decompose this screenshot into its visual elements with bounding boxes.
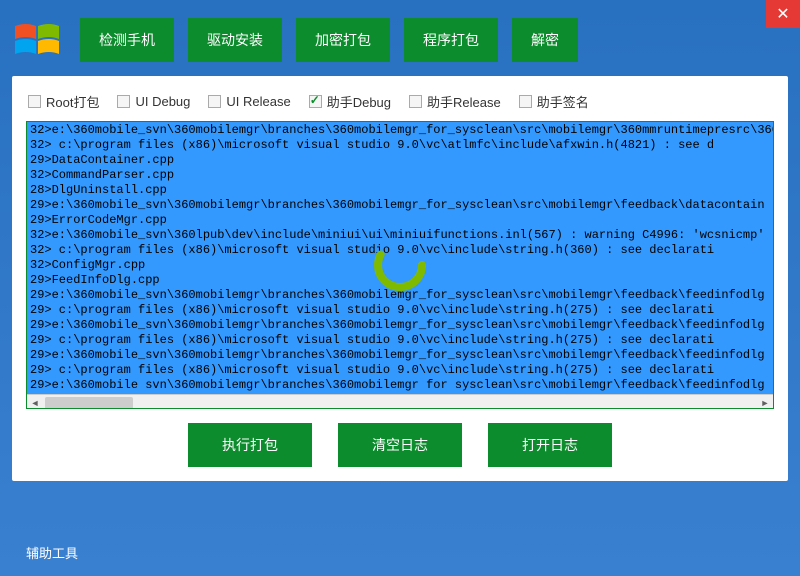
- log-line: 29> c:\program files (x86)\microsoft vis…: [30, 333, 770, 348]
- checkbox-icon: [519, 95, 532, 108]
- checkbox-icon: [208, 95, 221, 108]
- checkbox-label: 助手签名: [537, 92, 589, 111]
- options-row: Root打包 UI Debug UI Release 助手Debug 助手Rel…: [26, 86, 774, 121]
- encrypt-pack-button[interactable]: 加密打包: [296, 18, 390, 62]
- footer-label: 辅助工具: [26, 543, 78, 562]
- checkbox-label: 助手Debug: [327, 92, 391, 111]
- root-pack-checkbox[interactable]: Root打包: [28, 92, 99, 111]
- log-line: 32>CommandParser.cpp: [30, 168, 770, 183]
- checkbox-icon: [117, 95, 130, 108]
- ui-release-checkbox[interactable]: UI Release: [208, 94, 290, 109]
- scroll-right-arrow-icon[interactable]: ►: [757, 395, 773, 409]
- log-line: 28>DlgUninstall.cpp: [30, 183, 770, 198]
- decrypt-button[interactable]: 解密: [512, 18, 578, 62]
- windows-logo-icon: [14, 20, 60, 60]
- log-line: 29> c:\program files (x86)\microsoft vis…: [30, 303, 770, 318]
- log-line: 29>DataContainer.cpp: [30, 153, 770, 168]
- checkbox-icon: [28, 95, 41, 108]
- log-line: 29> c:\program files (x86)\microsoft vis…: [30, 363, 770, 378]
- helper-sign-checkbox[interactable]: 助手签名: [519, 92, 589, 111]
- checkbox-label: Root打包: [46, 92, 99, 111]
- checkbox-checked-icon: [309, 95, 322, 108]
- checkbox-label: UI Debug: [135, 94, 190, 109]
- checkbox-icon: [409, 95, 422, 108]
- detect-phone-button[interactable]: 检测手机: [80, 18, 174, 62]
- scroll-track[interactable]: [43, 395, 757, 409]
- log-output: 32>e:\360mobile_svn\360mobilemgr\branche…: [26, 121, 774, 409]
- loading-spinner-icon: [370, 235, 430, 295]
- scroll-thumb[interactable]: [45, 397, 133, 409]
- log-line: 29>ErrorCodeMgr.cpp: [30, 213, 770, 228]
- log-line: 29>e:\360mobile_svn\360mobilemgr\branche…: [30, 318, 770, 333]
- top-toolbar: 检测手机 驱动安装 加密打包 程序打包 解密: [0, 0, 800, 76]
- checkbox-label: UI Release: [226, 94, 290, 109]
- close-button[interactable]: ✕: [766, 0, 800, 28]
- log-line: 32> c:\program files (x86)\microsoft vis…: [30, 138, 770, 153]
- open-log-button[interactable]: 打开日志: [488, 423, 612, 467]
- program-pack-button[interactable]: 程序打包: [404, 18, 498, 62]
- log-line: 29>e:\360mobile svn\360mobilemgr\branche…: [30, 378, 770, 393]
- log-line: 32>e:\360mobile_svn\360mobilemgr\branche…: [30, 123, 770, 138]
- log-line: 29>e:\360mobile_svn\360mobilemgr\branche…: [30, 348, 770, 363]
- clear-log-button[interactable]: 清空日志: [338, 423, 462, 467]
- action-buttons: 执行打包 清空日志 打开日志: [26, 409, 774, 467]
- execute-pack-button[interactable]: 执行打包: [188, 423, 312, 467]
- ui-debug-checkbox[interactable]: UI Debug: [117, 94, 190, 109]
- helper-release-checkbox[interactable]: 助手Release: [409, 92, 501, 111]
- horizontal-scrollbar[interactable]: ◄ ►: [27, 394, 773, 409]
- helper-debug-checkbox[interactable]: 助手Debug: [309, 92, 391, 111]
- log-line: 29>e:\360mobile_svn\360mobilemgr\branche…: [30, 198, 770, 213]
- checkbox-label: 助手Release: [427, 92, 501, 111]
- driver-install-button[interactable]: 驱动安装: [188, 18, 282, 62]
- scroll-left-arrow-icon[interactable]: ◄: [27, 395, 43, 409]
- main-panel: Root打包 UI Debug UI Release 助手Debug 助手Rel…: [12, 76, 788, 481]
